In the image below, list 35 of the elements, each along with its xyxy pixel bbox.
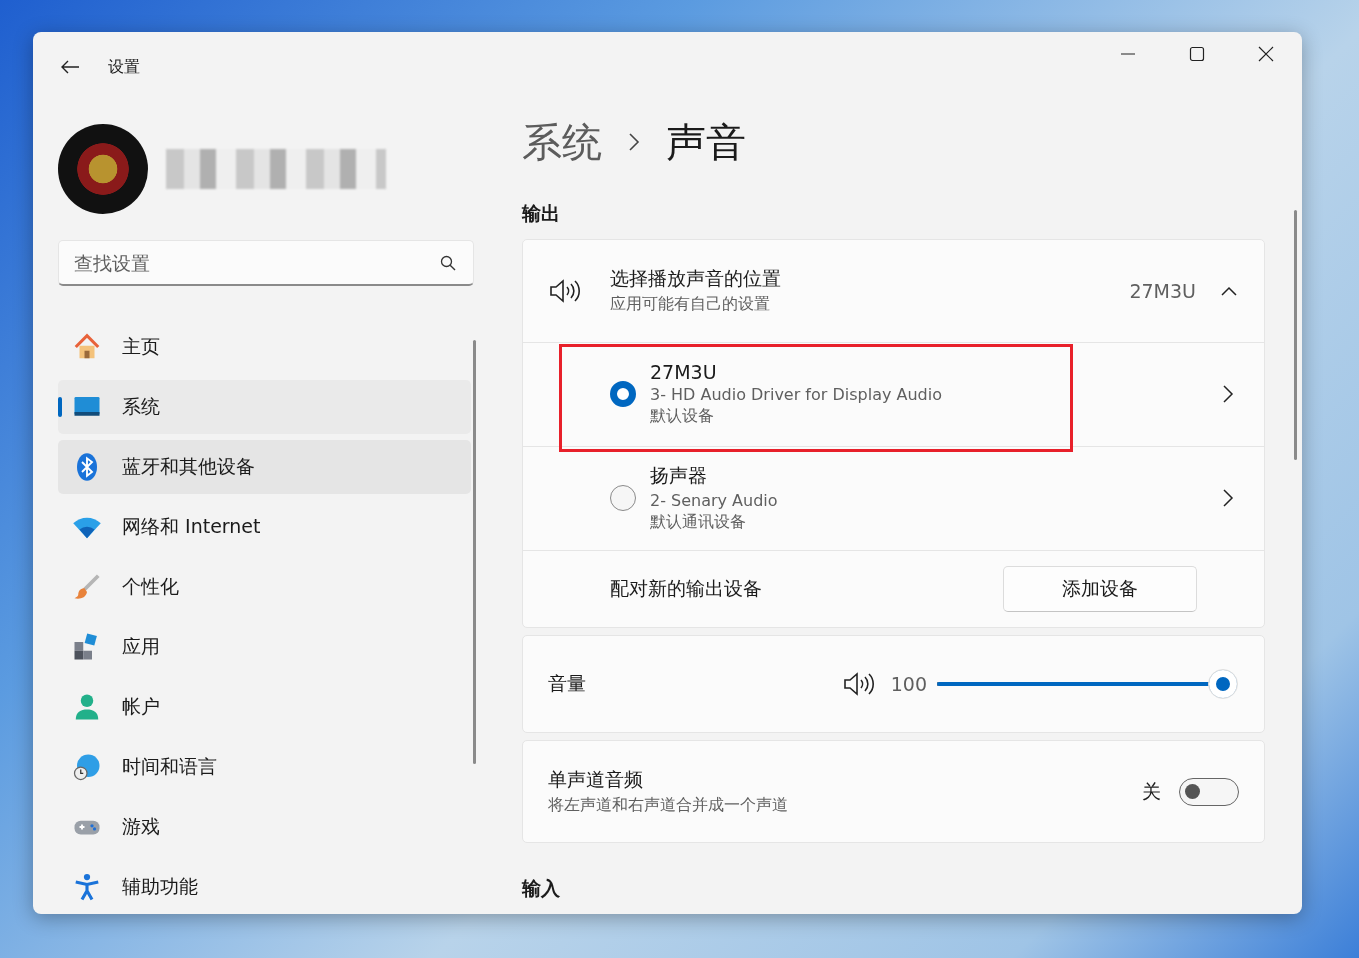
device-name: 27M3U — [650, 361, 718, 384]
nav-item[interactable]: 游戏 — [58, 800, 471, 854]
search-field[interactable]: 查找设置 — [58, 240, 474, 286]
add-device-button[interactable]: 添加设备 — [1003, 565, 1197, 612]
device-row[interactable]: 27M3U 3- HD Audio Driver for Display Audio 默认设备 — [523, 342, 1264, 447]
row-title: 单声道音频 — [548, 767, 644, 793]
nav-item[interactable]: 应用 — [58, 620, 471, 674]
nav-item[interactable]: 网络和 Internet — [58, 500, 471, 554]
volume-reading: 100 — [890, 673, 927, 696]
nav-item[interactable]: 时间和语言 — [58, 740, 471, 794]
output-selector-row[interactable]: 选择播放声音的位置 应用可能有自己的设置 27M3U — [523, 239, 1264, 343]
row-title: 选择播放声音的位置 — [610, 266, 782, 292]
window-title: 设置 — [108, 56, 140, 78]
nav-item[interactable]: 帐户 — [58, 680, 471, 734]
section-heading: 输出 — [522, 200, 561, 226]
nav-item[interactable]: 主页 — [58, 320, 471, 374]
device-role: 默认设备 — [650, 406, 715, 428]
row-title: 配对新的输出设备 — [610, 575, 762, 601]
current-device: 27M3U — [1129, 279, 1196, 302]
section-heading: 输入 — [522, 876, 561, 901]
row-subtitle: 将左声道和右声道合并成一个声道 — [548, 795, 789, 817]
device-row[interactable]: 扬声器 2- Senary Audio 默认通讯设备 — [523, 446, 1264, 551]
page-title: 声音 — [666, 117, 746, 167]
volume-label: 音量 — [548, 671, 587, 697]
nav-item[interactable]: 系统 — [58, 380, 471, 434]
toggle-state: 关 — [1142, 778, 1161, 804]
breadcrumb-link[interactable]: 系统 — [522, 114, 602, 170]
nav-item[interactable]: 个性化 — [58, 560, 471, 614]
device-role: 默认通讯设备 — [650, 512, 747, 534]
device-driver: 2- Senary Audio — [650, 491, 779, 511]
row-subtitle: 应用可能有自己的设置 — [610, 294, 771, 316]
nav-item[interactable]: 辅助功能 — [58, 860, 471, 914]
nav-item[interactable]: 蓝牙和其他设备 — [58, 440, 471, 494]
device-name: 扬声器 — [650, 463, 708, 489]
device-driver: 3- HD Audio Driver for Display Audio — [650, 385, 943, 405]
